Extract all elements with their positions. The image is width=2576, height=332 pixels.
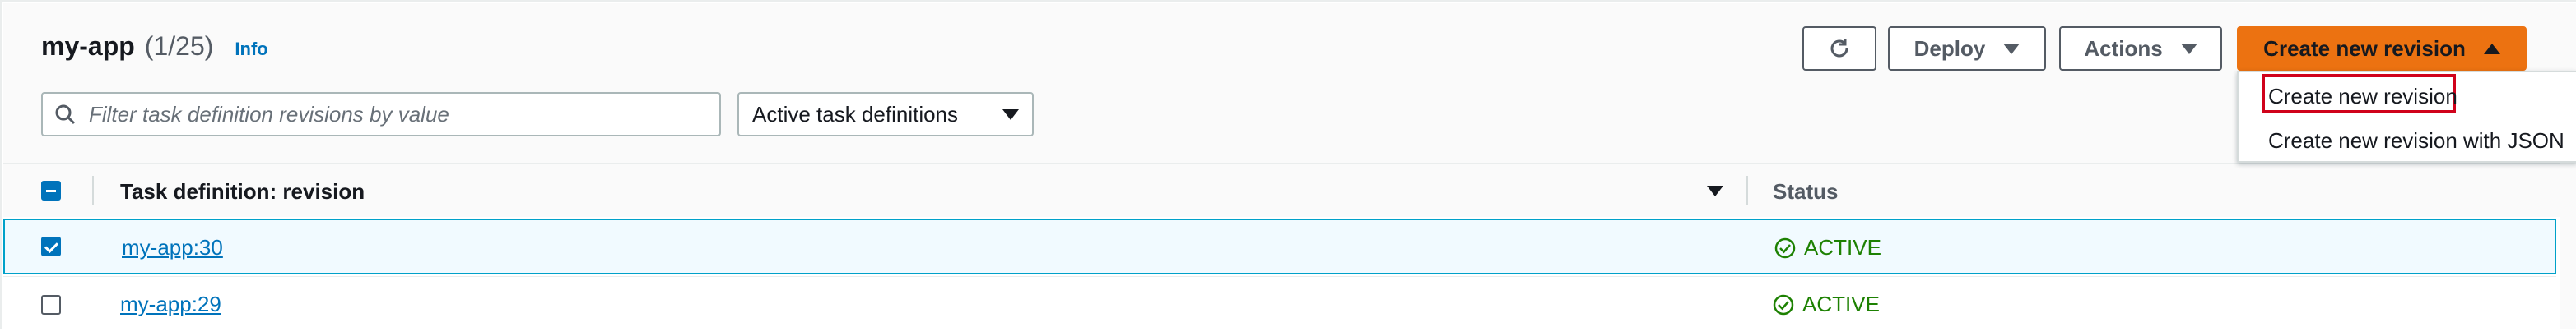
search-field[interactable] bbox=[41, 92, 721, 136]
refresh-icon bbox=[1830, 39, 1848, 58]
column-header-revision[interactable]: Task definition: revision bbox=[120, 179, 365, 205]
row-checkbox[interactable] bbox=[41, 295, 61, 315]
row-checkbox[interactable] bbox=[41, 237, 61, 256]
deploy-label: Deploy bbox=[1913, 35, 1986, 61]
revision-link[interactable]: my-app:29 bbox=[120, 292, 221, 317]
select-all-checkbox[interactable] bbox=[41, 181, 61, 201]
task-definitions-panel: my-app (1/25) Info Deploy Actions Create… bbox=[0, 0, 2576, 332]
menu-item-create-new-revision[interactable]: Create new revision bbox=[2239, 74, 2576, 117]
column-divider bbox=[1746, 176, 1748, 205]
status-cell: ACTIVE bbox=[1773, 292, 1880, 317]
actions-button[interactable]: Actions bbox=[2059, 26, 2222, 71]
create-revision-dropdown: Create new revision Create new revision … bbox=[2237, 71, 2576, 163]
select-value: Active task definitions bbox=[752, 101, 959, 127]
caret-down-icon bbox=[1002, 108, 1019, 120]
refresh-button[interactable] bbox=[1802, 26, 1876, 71]
menu-item-create-new-revision-json[interactable]: Create new revision with JSON bbox=[2239, 118, 2576, 161]
title-name: my-app bbox=[41, 31, 135, 61]
info-link[interactable]: Info bbox=[235, 39, 267, 60]
create-label: Create new revision bbox=[2263, 35, 2466, 61]
search-icon bbox=[55, 104, 76, 125]
menu-item-label: Create new revision with JSON bbox=[2268, 128, 2564, 153]
deploy-button[interactable]: Deploy bbox=[1888, 26, 2046, 71]
caret-up-icon bbox=[2483, 43, 2500, 54]
column-header-status[interactable]: Status bbox=[1773, 179, 1838, 205]
actions-label: Actions bbox=[2084, 35, 2163, 61]
search-input[interactable] bbox=[87, 97, 700, 131]
right-edge bbox=[2560, 163, 2576, 329]
table-header: Task definition: revision Status bbox=[3, 163, 2576, 217]
create-new-revision-button[interactable]: Create new revision bbox=[2237, 26, 2527, 71]
column-divider bbox=[92, 176, 94, 205]
caret-down-icon bbox=[2003, 43, 2020, 54]
check-circle-icon bbox=[1773, 294, 1794, 315]
sort-icon[interactable] bbox=[1707, 186, 1723, 196]
status-text: ACTIVE bbox=[1802, 292, 1880, 316]
revision-link[interactable]: my-app:30 bbox=[122, 235, 223, 261]
status-cell: ACTIVE bbox=[1774, 235, 1881, 261]
menu-item-label: Create new revision bbox=[2268, 84, 2457, 108]
caret-down-icon bbox=[2180, 43, 2197, 54]
title-count: (1/25) bbox=[144, 31, 214, 61]
table-row[interactable]: my-app:29 ACTIVE bbox=[3, 276, 2556, 332]
status-filter-select[interactable]: Active task definitions bbox=[737, 92, 1034, 136]
check-circle-icon bbox=[1774, 237, 1796, 258]
table-row[interactable]: my-app:30 ACTIVE bbox=[3, 219, 2556, 274]
page-title: my-app (1/25) Info bbox=[41, 31, 268, 67]
status-text: ACTIVE bbox=[1804, 235, 1881, 260]
